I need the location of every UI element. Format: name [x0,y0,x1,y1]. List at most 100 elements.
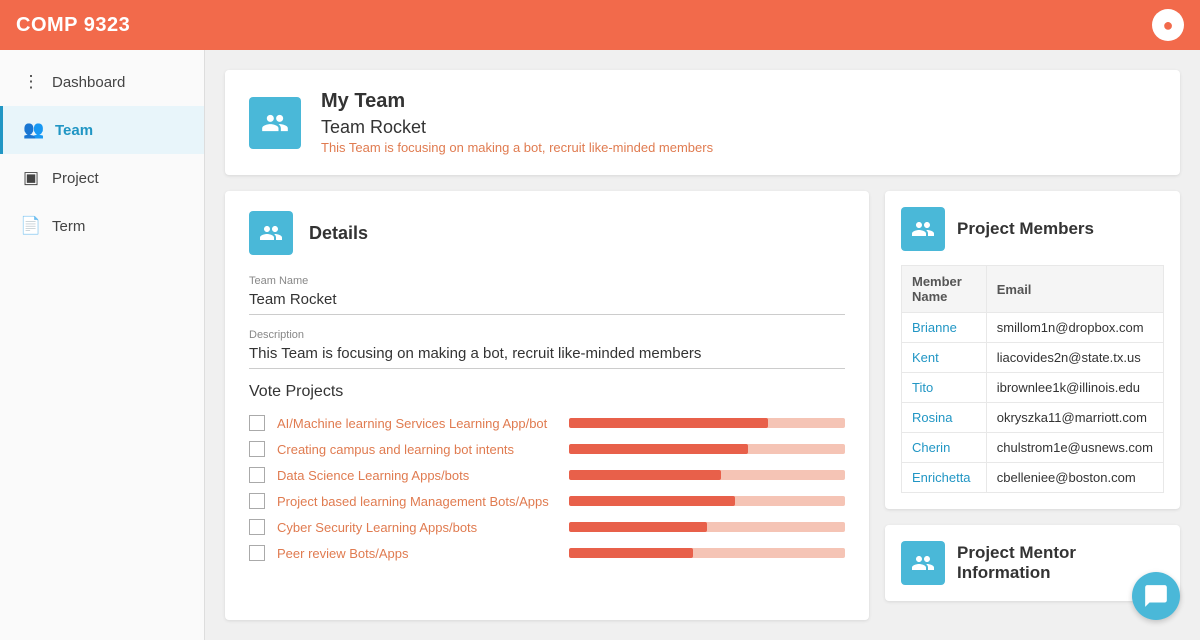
vote-bar-5 [569,548,693,558]
vote-checkbox-0[interactable] [249,415,265,431]
team-icon: 👥 [23,120,45,140]
member-name-5[interactable]: Enrichetta [902,463,987,493]
team-name-field: Team Name Team Rocket [249,275,845,315]
members-icon [901,207,945,251]
member-email-4: chulstrom1e@usnews.com [986,433,1163,463]
app-header: COMP 9323 ● [0,0,1200,50]
avatar-icon: ● [1163,15,1174,36]
sidebar-item-dashboard[interactable]: ⋮ Dashboard [0,58,204,106]
col-member-name: Member Name [902,266,987,313]
term-icon: 📄 [20,216,42,236]
table-row: Cherin chulstrom1e@usnews.com [902,433,1164,463]
member-link-2[interactable]: Tito [912,380,933,395]
vote-bar-2 [569,470,721,480]
sidebar-item-team[interactable]: 👥 Team [0,106,204,154]
vote-bar-container-1 [569,444,845,454]
vote-item: Cyber Security Learning Apps/bots [249,519,845,535]
vote-item: AI/Machine learning Services Learning Ap… [249,415,845,431]
member-name-0[interactable]: Brianne [902,313,987,343]
sidebar-label-dashboard: Dashboard [52,74,125,91]
details-card: Details Team Name Team Rocket Descriptio… [225,191,869,620]
vote-bar-container-0 [569,418,845,428]
sidebar-label-term: Term [52,218,85,235]
members-card: Project Members Member Name Email Briann… [885,191,1180,509]
table-row: Tito ibrownlee1k@illinois.edu [902,373,1164,403]
table-row: Enrichetta cbelleniee@boston.com [902,463,1164,493]
vote-item: Creating campus and learning bot intents [249,441,845,457]
description-value: This Team is focusing on making a bot, r… [249,345,845,369]
vote-bar-container-5 [569,548,845,558]
vote-checkbox-4[interactable] [249,519,265,535]
member-link-0[interactable]: Brianne [912,320,957,335]
col-email: Email [986,266,1163,313]
member-link-5[interactable]: Enrichetta [912,470,971,485]
member-link-3[interactable]: Rosina [912,410,952,425]
app-title: COMP 9323 [16,14,130,37]
mentor-title: Project Mentor Information [957,543,1164,583]
vote-item: Project based learning Management Bots/A… [249,493,845,509]
members-title: Project Members [957,219,1094,239]
user-avatar[interactable]: ● [1152,9,1184,41]
members-table: Member Name Email Brianne smillom1n@drop… [901,265,1164,493]
chat-button[interactable] [1132,572,1180,620]
table-row: Rosina okryszka11@marriott.com [902,403,1164,433]
team-name-value: Team Rocket [249,291,845,315]
description-field: Description This Team is focusing on mak… [249,329,845,369]
vote-bar-0 [569,418,768,428]
sidebar-label-team: Team [55,122,93,139]
main-content: My Team Team Rocket This Team is focusin… [205,50,1200,640]
details-icon [249,211,293,255]
mentor-icon [901,541,945,585]
member-name-1[interactable]: Kent [902,343,987,373]
vote-bar-1 [569,444,748,454]
vote-label-5: Peer review Bots/Apps [277,546,557,561]
member-name-4[interactable]: Cherin [902,433,987,463]
vote-checkbox-1[interactable] [249,441,265,457]
sidebar-label-project: Project [52,170,99,187]
vote-section-title: Vote Projects [249,383,845,401]
table-row: Kent liacovides2n@state.tx.us [902,343,1164,373]
team-header-icon [249,97,301,149]
sidebar-item-term[interactable]: 📄 Term [0,202,204,250]
my-team-label: My Team [321,90,713,113]
table-row: Brianne smillom1n@dropbox.com [902,313,1164,343]
members-tbody: Brianne smillom1n@dropbox.com Kent liaco… [902,313,1164,493]
sidebar-item-project[interactable]: ▣ Project [0,154,204,202]
details-header: Details [249,211,845,255]
vote-label-3: Project based learning Management Bots/A… [277,494,557,509]
member-email-0: smillom1n@dropbox.com [986,313,1163,343]
app-body: ⋮ Dashboard 👥 Team ▣ Project 📄 Term My T… [0,50,1200,640]
member-link-4[interactable]: Cherin [912,440,950,455]
member-email-2: ibrownlee1k@illinois.edu [986,373,1163,403]
vote-checkbox-5[interactable] [249,545,265,561]
vote-item: Data Science Learning Apps/bots [249,467,845,483]
member-email-5: cbelleniee@boston.com [986,463,1163,493]
description-label: Description [249,329,845,341]
member-email-1: liacovides2n@state.tx.us [986,343,1163,373]
vote-label-2: Data Science Learning Apps/bots [277,468,557,483]
team-name-label: Team Name [249,275,845,287]
project-icon: ▣ [20,168,42,188]
vote-label-0: AI/Machine learning Services Learning Ap… [277,416,557,431]
member-name-3[interactable]: Rosina [902,403,987,433]
vote-bar-container-3 [569,496,845,506]
details-title: Details [309,223,368,244]
vote-bar-container-2 [569,470,845,480]
vote-item: Peer review Bots/Apps [249,545,845,561]
vote-checkbox-2[interactable] [249,467,265,483]
members-header: Project Members [901,207,1164,251]
vote-bar-3 [569,496,735,506]
vote-bar-container-4 [569,522,845,532]
member-name-2[interactable]: Tito [902,373,987,403]
vote-bar-4 [569,522,707,532]
member-email-3: okryszka11@marriott.com [986,403,1163,433]
vote-checkbox-3[interactable] [249,493,265,509]
team-header-text: My Team Team Rocket This Team is focusin… [321,90,713,155]
dashboard-icon: ⋮ [20,72,42,92]
member-link-1[interactable]: Kent [912,350,939,365]
right-column: Project Members Member Name Email Briann… [885,191,1180,620]
content-row: Details Team Name Team Rocket Descriptio… [225,191,1180,620]
vote-list: AI/Machine learning Services Learning Ap… [249,415,845,561]
vote-label-1: Creating campus and learning bot intents [277,442,557,457]
sidebar: ⋮ Dashboard 👥 Team ▣ Project 📄 Term [0,50,205,640]
